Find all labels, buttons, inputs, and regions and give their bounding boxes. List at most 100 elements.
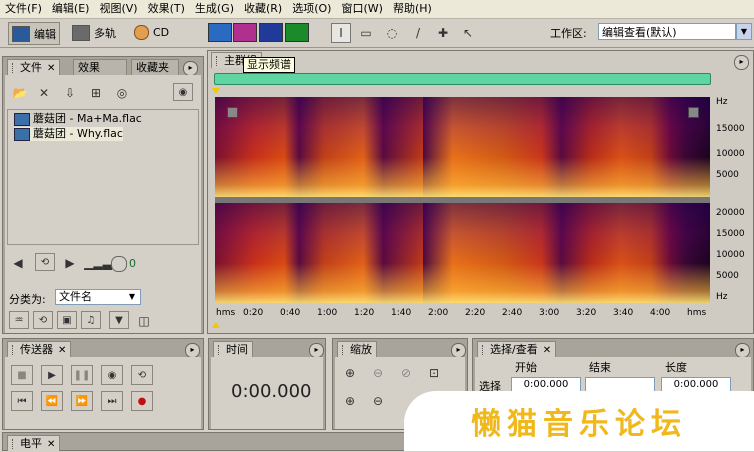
tab-zoom[interactable]: 缩放 bbox=[337, 341, 377, 357]
record-button[interactable]: ● bbox=[131, 391, 153, 411]
list-item[interactable]: 蘑菇团 - Ma+Ma.flac bbox=[14, 112, 142, 126]
panel-menu-icon[interactable]: ▸ bbox=[309, 343, 324, 358]
time-tick-label: 0:20 bbox=[243, 308, 264, 318]
zoom-in-horizontal-icon[interactable]: ⊕ bbox=[341, 365, 359, 381]
lasso-tool-icon[interactable]: ◌ bbox=[382, 23, 402, 43]
loop-play-button[interactable]: ⟲ bbox=[131, 365, 153, 385]
cd-view-button[interactable]: CD bbox=[134, 22, 169, 43]
workspace-select[interactable]: 编辑查看(默认) bbox=[598, 23, 736, 40]
close-icon[interactable]: ✕ bbox=[58, 345, 66, 356]
spectral-phase-icon[interactable] bbox=[285, 23, 309, 42]
close-icon[interactable]: ✕ bbox=[543, 345, 551, 356]
brush-tool-icon[interactable]: / bbox=[408, 23, 428, 43]
spectrogram-right-channel[interactable] bbox=[215, 203, 710, 303]
file-name: 蘑菇团 - Ma+Ma.flac bbox=[33, 112, 142, 125]
menu-effects[interactable]: 效果(T) bbox=[143, 0, 190, 18]
zoom-selection-icon[interactable]: ⊡ bbox=[425, 365, 443, 381]
open-file-icon[interactable]: 📂 bbox=[11, 85, 29, 101]
tab-favorites[interactable]: 收藏夹 bbox=[131, 59, 179, 75]
go-to-end-button[interactable]: ⏭ bbox=[101, 391, 123, 411]
tab-effects[interactable]: 效果 bbox=[73, 59, 127, 75]
close-file-icon[interactable]: ✕ bbox=[35, 85, 53, 101]
cd-filter-icon[interactable]: ◫ bbox=[135, 313, 153, 329]
play-icon[interactable]: ▶ bbox=[61, 255, 79, 271]
cd-icon bbox=[134, 25, 149, 40]
stop-button[interactable]: ■ bbox=[11, 365, 33, 385]
menu-generate[interactable]: 生成(G) bbox=[190, 0, 239, 18]
tab-level[interactable]: 电平 ✕ bbox=[7, 435, 61, 451]
fast-forward-button[interactable]: ⏩ bbox=[71, 391, 93, 411]
end-column-header: 结束 bbox=[589, 361, 611, 374]
autoplay-icon[interactable]: ◎ bbox=[113, 85, 131, 101]
chevron-down-icon[interactable]: ▼ bbox=[125, 290, 139, 304]
tab-selection-view[interactable]: 选择/查看 ✕ bbox=[477, 341, 557, 357]
zoom-full-icon[interactable]: ⊘ bbox=[397, 365, 415, 381]
selection-start-field[interactable]: 0:00.000 bbox=[511, 377, 581, 392]
spectral-display-icon[interactable] bbox=[233, 23, 257, 42]
video-filter-button[interactable]: ▣ bbox=[57, 311, 77, 329]
time-selection-tool-icon[interactable]: I bbox=[331, 23, 351, 43]
speaker-icon[interactable]: ◀ bbox=[9, 255, 27, 271]
loop-button[interactable]: ⟲ bbox=[35, 253, 55, 271]
multitrack-view-button[interactable]: 多轨 bbox=[72, 22, 116, 43]
healing-brush-icon[interactable]: ✚ bbox=[433, 23, 453, 43]
pause-button[interactable]: ❚❚ bbox=[71, 365, 93, 385]
menu-file[interactable]: 文件(F) bbox=[0, 0, 47, 18]
panel-menu-icon[interactable]: ▸ bbox=[451, 343, 466, 358]
menu-window[interactable]: 窗口(W) bbox=[336, 0, 387, 18]
marquee-tool-icon[interactable]: ▭ bbox=[356, 23, 376, 43]
time-tick-label: 2:00 bbox=[428, 308, 449, 318]
audio-file-icon bbox=[14, 127, 30, 141]
playhead-marker-top[interactable] bbox=[212, 88, 220, 94]
frequency-axis-bottom: 20000 15000 10000 5000 Hz bbox=[712, 203, 752, 303]
time-unit-label: hms bbox=[687, 308, 707, 318]
panel-menu-icon[interactable]: ▸ bbox=[183, 61, 198, 76]
close-icon[interactable]: ✕ bbox=[47, 63, 55, 74]
audio-filter-button[interactable]: ♒ bbox=[9, 311, 29, 329]
menu-options[interactable]: 选项(O) bbox=[287, 0, 336, 18]
fade-in-handle[interactable] bbox=[227, 107, 238, 118]
menu-favorites[interactable]: 收藏(R) bbox=[239, 0, 287, 18]
play-from-cursor-button[interactable]: ◉ bbox=[101, 365, 123, 385]
waveform-display-icon[interactable] bbox=[208, 23, 232, 42]
zoom-in-vertical-icon[interactable]: ⊕ bbox=[341, 393, 359, 409]
list-item[interactable]: 蘑菇团 - Why.flac bbox=[14, 127, 123, 141]
zoom-out-vertical-icon[interactable]: ⊖ bbox=[369, 393, 387, 409]
fade-out-handle[interactable] bbox=[688, 107, 699, 118]
go-to-start-button[interactable]: ⏮ bbox=[11, 391, 33, 411]
import-icon[interactable]: ⇩ bbox=[61, 85, 79, 101]
insert-icon[interactable]: ⊞ bbox=[87, 85, 105, 101]
panel-menu-icon[interactable]: ▸ bbox=[185, 343, 200, 358]
playhead-marker-bottom[interactable] bbox=[212, 322, 220, 328]
volume-knob[interactable] bbox=[111, 256, 127, 272]
midi-filter-button[interactable]: ♫ bbox=[81, 311, 101, 329]
selection-end-field[interactable] bbox=[585, 377, 655, 392]
move-tool-icon[interactable]: ↖ bbox=[458, 23, 478, 43]
loop-filter-button[interactable]: ⟲ bbox=[33, 311, 53, 329]
rewind-button[interactable]: ⏪ bbox=[41, 391, 63, 411]
tab-time[interactable]: 时间 bbox=[213, 341, 253, 357]
audio-file-icon bbox=[14, 112, 30, 126]
selection-length-field[interactable]: 0:00.000 bbox=[661, 377, 731, 392]
zoom-out-horizontal-icon[interactable]: ⊖ bbox=[369, 365, 387, 381]
tab-files[interactable]: 文件 ✕ bbox=[7, 59, 61, 75]
spectrogram-left-channel[interactable] bbox=[215, 97, 710, 197]
menu-edit[interactable]: 编辑(E) bbox=[47, 0, 95, 18]
filter-icon[interactable]: ▼ bbox=[109, 311, 129, 329]
tab-favorites-label: 收藏夹 bbox=[136, 61, 169, 74]
tab-transport[interactable]: 传送器 ✕ bbox=[7, 341, 72, 357]
panel-menu-icon[interactable]: ▸ bbox=[735, 343, 750, 358]
close-icon[interactable]: ✕ bbox=[47, 439, 55, 450]
spectral-pan-icon[interactable] bbox=[259, 23, 283, 42]
menu-help[interactable]: 帮助(H) bbox=[388, 0, 437, 18]
zoom-navigator-bar[interactable] bbox=[214, 73, 711, 85]
play-button[interactable]: ▶ bbox=[41, 365, 63, 385]
menu-view[interactable]: 视图(V) bbox=[94, 0, 142, 18]
edit-view-button[interactable]: 编辑 bbox=[8, 22, 60, 45]
volume-bars-icon: ▁▂▃ bbox=[84, 256, 112, 270]
time-tick-label: 3:00 bbox=[539, 308, 560, 318]
show-files-icon[interactable]: ◉ bbox=[173, 83, 193, 101]
panel-menu-icon[interactable]: ▸ bbox=[734, 55, 749, 70]
chevron-down-icon[interactable]: ▼ bbox=[736, 23, 752, 40]
time-ruler[interactable]: hms 0:20 0:40 1:00 1:20 1:40 2:00 2:20 2… bbox=[214, 306, 711, 320]
